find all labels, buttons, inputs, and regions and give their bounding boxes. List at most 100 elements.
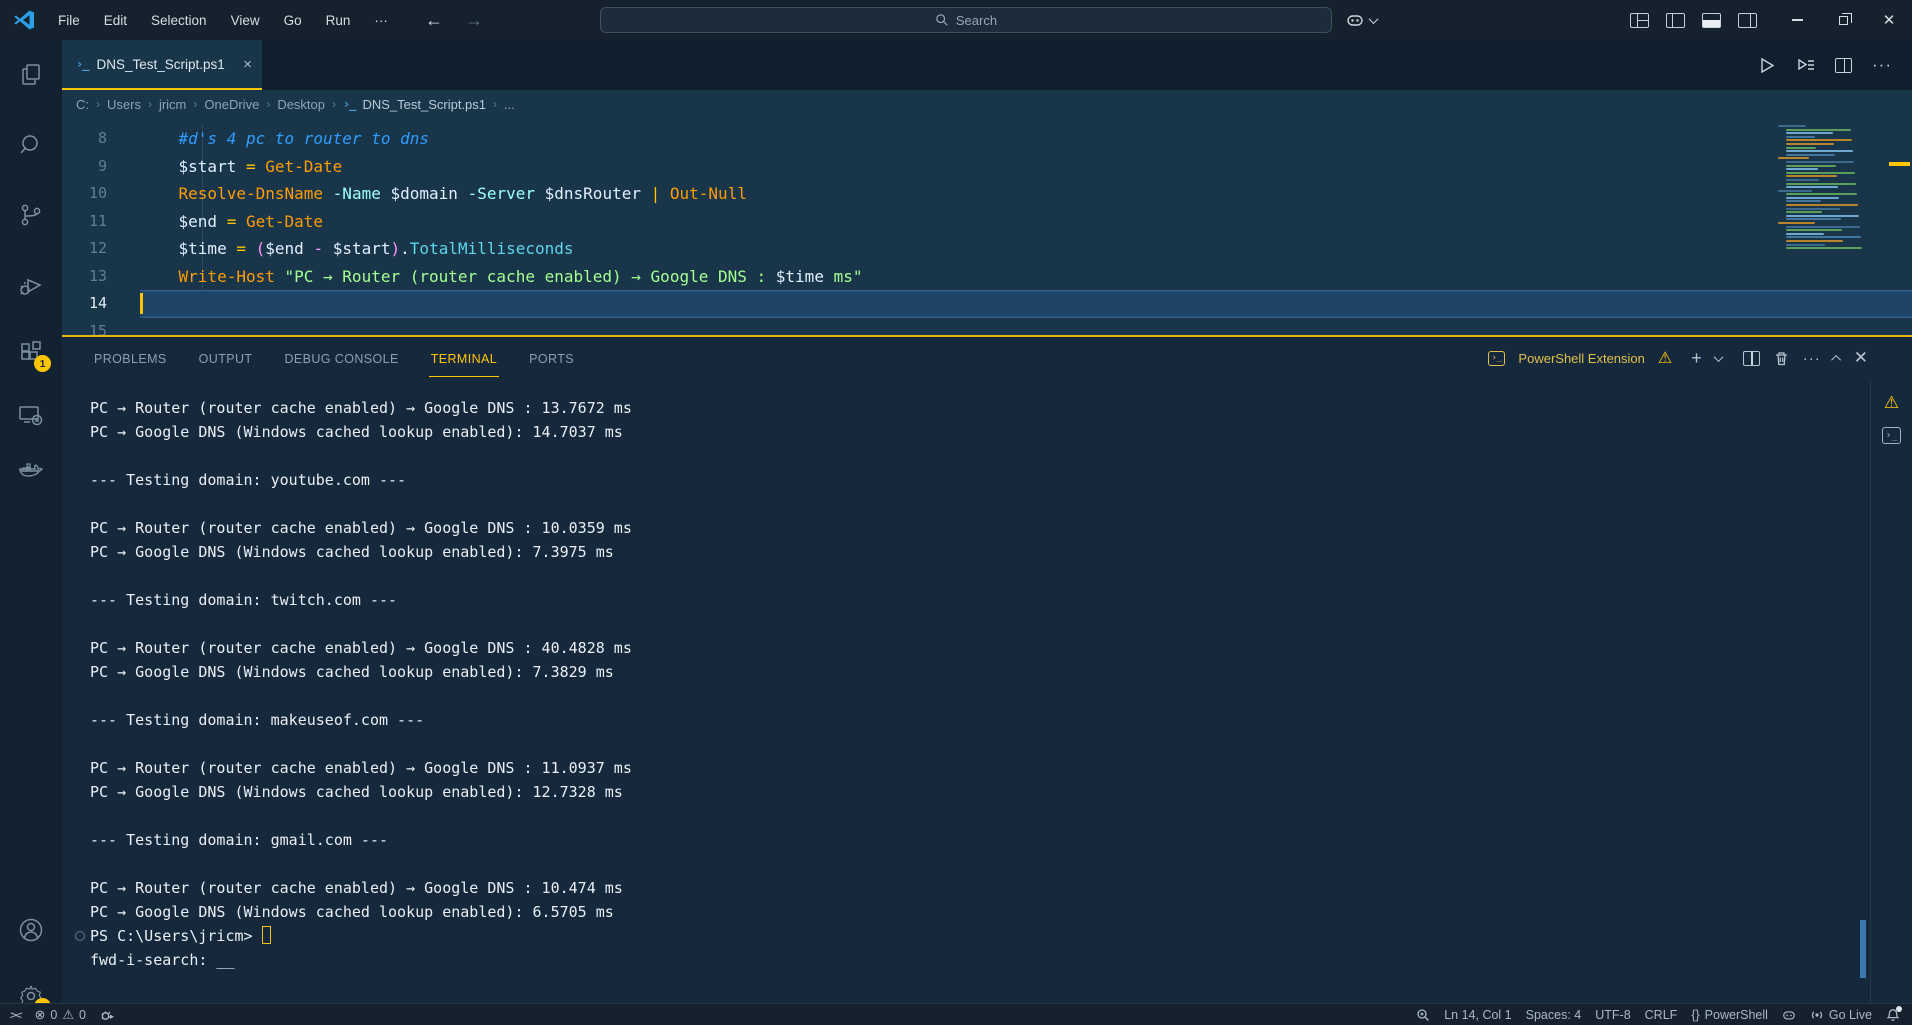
window-close-button[interactable]: ✕ bbox=[1866, 0, 1912, 40]
terminal-output[interactable]: PC → Router (router cache enabled) → Goo… bbox=[62, 381, 1868, 1003]
broadcast-icon bbox=[1810, 1008, 1824, 1022]
breadcrumb-powershell-icon: ›_ bbox=[343, 97, 355, 111]
split-editor-icon[interactable] bbox=[1835, 58, 1852, 73]
breadcrumb-item[interactable]: C: bbox=[76, 97, 89, 112]
breadcrumb-file[interactable]: DNS_Test_Script.ps1 bbox=[362, 97, 486, 112]
window-restore-button[interactable] bbox=[1820, 0, 1866, 40]
panel-tab-output[interactable]: OUTPUT bbox=[197, 340, 255, 377]
notifications-bell-icon[interactable] bbox=[1886, 1008, 1900, 1022]
split-terminal-icon[interactable] bbox=[1743, 351, 1760, 366]
run-below-icon[interactable] bbox=[1796, 56, 1815, 75]
search-placeholder: Search bbox=[956, 13, 997, 28]
breadcrumb-separator: › bbox=[493, 97, 497, 111]
chevron-down-icon bbox=[1369, 14, 1379, 24]
remote-explorer-icon[interactable] bbox=[17, 401, 45, 429]
command-decoration-circle[interactable] bbox=[75, 931, 85, 941]
code-editor[interactable]: 8 #d's 4 pc to router to dns9 $start = G… bbox=[62, 118, 1912, 335]
docker-icon[interactable] bbox=[17, 456, 45, 484]
toggle-sidebar-icon[interactable] bbox=[1666, 13, 1685, 28]
accounts-icon[interactable] bbox=[17, 916, 45, 944]
run-debug-icon[interactable] bbox=[17, 271, 45, 299]
breadcrumb-item[interactable]: Desktop bbox=[277, 97, 325, 112]
line-number: 10 bbox=[62, 180, 107, 208]
explorer-icon[interactable] bbox=[17, 61, 45, 89]
go-live-button[interactable]: Go Live bbox=[1810, 1008, 1872, 1022]
search-sidebar-icon[interactable] bbox=[17, 131, 45, 159]
source-control-icon[interactable] bbox=[17, 201, 45, 229]
editor-more-actions-icon[interactable]: ··· bbox=[1872, 55, 1892, 75]
nav-back-icon[interactable]: ← bbox=[425, 10, 443, 31]
menu-item-[interactable]: ··· bbox=[364, 9, 398, 32]
menu-item-run[interactable]: Run bbox=[316, 9, 361, 32]
toggle-secondary-sidebar-icon[interactable] bbox=[1738, 13, 1757, 28]
powershell-file-icon: ›_ bbox=[76, 57, 88, 71]
line-number: 8 bbox=[62, 125, 107, 153]
menu-item-edit[interactable]: Edit bbox=[94, 9, 137, 32]
terminal-blank-line bbox=[62, 612, 1868, 636]
toggle-panel-icon[interactable] bbox=[1702, 13, 1721, 28]
breadcrumb: C:›Users›jricm›OneDrive›Desktop››_DNS_Te… bbox=[62, 90, 1912, 118]
code-text: $end = Get-Date bbox=[140, 208, 323, 236]
menu-item-go[interactable]: Go bbox=[274, 9, 312, 32]
encoding[interactable]: UTF-8 bbox=[1595, 1008, 1630, 1022]
menu-bar: FileEditSelectionViewGoRun··· bbox=[48, 9, 398, 32]
errors-count: 0 bbox=[50, 1008, 57, 1022]
eol-sequence[interactable]: CRLF bbox=[1645, 1008, 1678, 1022]
extensions-icon[interactable]: 1 bbox=[17, 339, 45, 367]
code-line-11: 11 $end = Get-Date bbox=[62, 208, 1912, 236]
maximize-panel-icon[interactable] bbox=[1831, 354, 1841, 364]
terminal-isearch-line: fwd-i-search: __ bbox=[62, 948, 1868, 972]
panel-more-actions-icon[interactable]: ··· bbox=[1803, 350, 1821, 367]
tab-close-icon[interactable]: × bbox=[243, 56, 252, 73]
warnings-count: 0 bbox=[79, 1008, 86, 1022]
command-search-input[interactable]: Search bbox=[600, 7, 1332, 33]
code-lines: 8 #d's 4 pc to router to dns9 $start = G… bbox=[62, 118, 1912, 335]
line-number: 14 bbox=[62, 290, 107, 318]
editor-tab[interactable]: ›_ DNS_Test_Script.ps1 × bbox=[62, 40, 262, 90]
breadcrumb-item[interactable]: Users bbox=[107, 97, 141, 112]
terminal-line: PC → Google DNS (Windows cached lookup e… bbox=[62, 900, 1868, 924]
breadcrumb-item[interactable]: OneDrive bbox=[204, 97, 259, 112]
menu-item-selection[interactable]: Selection bbox=[141, 9, 217, 32]
language-mode[interactable]: {} PowerShell bbox=[1691, 1008, 1768, 1022]
line-number: 12 bbox=[62, 235, 107, 263]
panel-tab-ports[interactable]: PORTS bbox=[527, 340, 576, 377]
code-line-9: 9 $start = Get-Date bbox=[62, 153, 1912, 181]
terminal-prompt-line: PS C:\Users\jricm> bbox=[62, 924, 1868, 948]
minimap[interactable] bbox=[1778, 125, 1874, 253]
breadcrumb-item[interactable]: jricm bbox=[159, 97, 186, 112]
terminal-warning-icon[interactable]: ⚠ bbox=[1658, 348, 1672, 368]
terminal-title[interactable]: PowerShell Extension bbox=[1518, 351, 1644, 366]
breadcrumb-suffix[interactable]: ... bbox=[504, 97, 515, 112]
kill-terminal-icon[interactable] bbox=[1773, 350, 1790, 367]
debug-status-icon[interactable] bbox=[100, 1008, 114, 1022]
nav-forward-icon[interactable]: → bbox=[465, 10, 483, 31]
terminal-cursor bbox=[262, 926, 271, 944]
menu-item-view[interactable]: View bbox=[221, 9, 270, 32]
terminal-dropdown-icon[interactable] bbox=[1713, 352, 1723, 362]
zoom-status-icon[interactable] bbox=[1416, 1008, 1430, 1022]
menu-item-file[interactable]: File bbox=[48, 9, 90, 32]
window-minimize-button[interactable] bbox=[1774, 0, 1820, 40]
copilot-status-icon[interactable] bbox=[1782, 1008, 1796, 1022]
problems-summary[interactable]: ⊗ 0 ⚠ 0 bbox=[34, 1007, 85, 1023]
remote-indicator[interactable]: >< bbox=[9, 1008, 22, 1022]
terminal-list-item-icon[interactable]: ›_ bbox=[1882, 427, 1901, 444]
panel-tab-debug-console[interactable]: DEBUG CONSOLE bbox=[282, 340, 400, 377]
cursor-position[interactable]: Ln 14, Col 1 bbox=[1444, 1008, 1511, 1022]
panel-tab-problems[interactable]: PROBLEMS bbox=[92, 340, 169, 377]
terminal-line: PC → Router (router cache enabled) → Goo… bbox=[62, 516, 1868, 540]
panel-tab-terminal[interactable]: TERMINAL bbox=[429, 340, 499, 377]
indentation[interactable]: Spaces: 4 bbox=[1526, 1008, 1582, 1022]
breadcrumb-separator: › bbox=[193, 97, 197, 111]
terminal-scrollbar[interactable] bbox=[1860, 920, 1866, 978]
terminal-blank-line bbox=[62, 492, 1868, 516]
code-text: #d's 4 pc to router to dns bbox=[140, 125, 429, 153]
new-terminal-icon[interactable]: + bbox=[1691, 348, 1702, 369]
customize-layout-icon[interactable] bbox=[1630, 13, 1649, 28]
copilot-menu[interactable] bbox=[1345, 0, 1377, 40]
terminal-line: PC → Google DNS (Windows cached lookup e… bbox=[62, 540, 1868, 564]
terminal-list-warning-icon[interactable]: ⚠ bbox=[1884, 393, 1899, 413]
close-panel-icon[interactable]: ✕ bbox=[1854, 348, 1868, 368]
run-file-icon[interactable] bbox=[1757, 56, 1776, 75]
